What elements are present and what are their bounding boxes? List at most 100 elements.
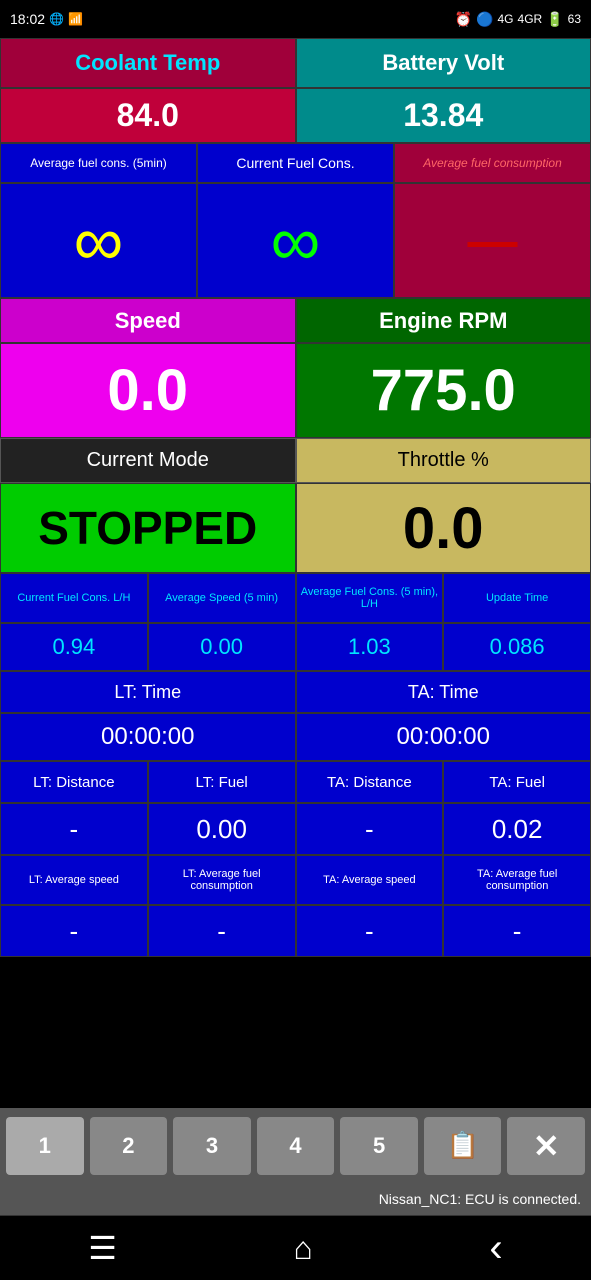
ecu-status-message: Nissan_NC1: ECU is connected. [379, 1191, 581, 1207]
speed-rpm-values: 0.0 775.0 [0, 343, 591, 438]
ta-time-header: TA: Time [296, 671, 591, 713]
tab-3-label: 3 [206, 1133, 218, 1159]
battery-volt-number: 13.84 [403, 97, 483, 134]
tab-bar: 1 2 3 4 5 📋 ✕ [0, 1108, 591, 1183]
update-time-value: 0.086 [443, 623, 591, 671]
avg-fuel-cons-5min-value: 1.03 [296, 623, 444, 671]
tab-1-label: 1 [39, 1133, 51, 1159]
current-mode-header: Current Mode [0, 438, 296, 483]
stat1-number: 0.94 [52, 634, 95, 660]
tab-4-button[interactable]: 4 [257, 1117, 335, 1175]
stats-headers-row: Current Fuel Cons. L/H Average Speed (5 … [0, 573, 591, 623]
lt-time-label: LT: Time [114, 682, 181, 703]
lt-fuel-header: LT: Fuel [148, 761, 296, 803]
ta-time-number: 00:00:00 [397, 723, 490, 751]
lt-dist-number: - [70, 814, 79, 845]
mode-label: Current Mode [87, 449, 209, 472]
ta-avg-fuel-header: TA: Average fuel consumption [443, 855, 591, 905]
infinity-green-symbol: ∞ [271, 201, 321, 281]
tab-2-button[interactable]: 2 [90, 1117, 168, 1175]
tab-2-label: 2 [122, 1133, 134, 1159]
menu-button[interactable]: ☰ [88, 1229, 117, 1267]
rpm-header: Engine RPM [296, 298, 591, 343]
speed-header: Speed [0, 298, 296, 343]
ta-fuel-value: 0.02 [443, 803, 591, 855]
hamburger-icon: ☰ [88, 1230, 117, 1266]
ta-avg-speed-value: - [296, 905, 444, 957]
rpm-number: 775.0 [371, 357, 516, 424]
sensor-headers-row: Coolant Temp Battery Volt [0, 38, 591, 88]
avg-speed-5min-value: 0.00 [148, 623, 296, 671]
speed-number: 0.0 [107, 357, 188, 424]
lt-avg-fuel-header: LT: Average fuel consumption [148, 855, 296, 905]
battery-percent: 63 [568, 12, 581, 26]
tab-1-button[interactable]: 1 [6, 1117, 84, 1175]
lt-avg-fuel-label: LT: Average fuel consumption [151, 868, 293, 892]
ta-avg-speed-label: TA: Average speed [323, 874, 416, 886]
battery-volt-header: Battery Volt [296, 38, 591, 88]
tab-3-button[interactable]: 3 [173, 1117, 251, 1175]
status-bar: 18:02 🌐 📶 ⏰ 🔵 4G 4GR 🔋 63 [0, 0, 591, 38]
bluetooth-icon: 🔵 [476, 11, 493, 28]
throttle-header: Throttle % [296, 438, 591, 483]
tab-5-button[interactable]: 5 [340, 1117, 418, 1175]
tab-4-label: 4 [289, 1133, 301, 1159]
mode-throttle-values: STOPPED 0.0 [0, 483, 591, 573]
lt-distance-header: LT: Distance [0, 761, 148, 803]
speed-value: 0.0 [0, 343, 296, 438]
signal-icon: 📶 [68, 12, 83, 26]
coolant-temp-label: Coolant Temp [75, 50, 220, 76]
current-fuel-cons-header: Current Fuel Cons. L/H [0, 573, 148, 623]
stats-values-row: 0.94 0.00 1.03 0.086 [0, 623, 591, 671]
rpm-label: Engine RPM [379, 308, 507, 334]
stat1-label: Current Fuel Cons. L/H [17, 592, 130, 604]
back-icon: ‹ [489, 1226, 502, 1270]
status-right-icons: ⏰ 🔵 4G 4GR 🔋 63 [455, 11, 581, 28]
lt-avg-speed-label: LT: Average speed [29, 874, 119, 886]
mode-throttle-headers: Current Mode Throttle % [0, 438, 591, 483]
list-icon: 📋 [446, 1130, 478, 1161]
lt-distance-value: - [0, 803, 148, 855]
avg-fuel-cons-5min-header: Average Fuel Cons. (5 min), L/H [296, 573, 444, 623]
coolant-temp-value: 84.0 [0, 88, 296, 143]
rpm-value: 775.0 [296, 343, 591, 438]
avg-fuel-header: Average fuel cons. (5min) [0, 143, 197, 183]
avg-fuel-infinity: ∞ [0, 183, 197, 298]
infinity-yellow-symbol: ∞ [74, 201, 124, 281]
network-icon: 4G [498, 12, 514, 26]
avg-fuel-label: Average fuel cons. (5min) [30, 156, 167, 170]
throttle-label: Throttle % [398, 449, 489, 472]
list-view-button[interactable]: 📋 [424, 1117, 502, 1175]
ta-avg-fuel-label: TA: Average fuel consumption [446, 868, 588, 892]
lt-avg-fuel-number: - [217, 916, 226, 947]
ta-avg-fuel-value: - [443, 905, 591, 957]
current-fuel-cons-value: 0.94 [0, 623, 148, 671]
stat3-label: Average Fuel Cons. (5 min), L/H [299, 586, 441, 610]
stat2-number: 0.00 [200, 634, 243, 660]
lt-ta-time-headers: LT: Time TA: Time [0, 671, 591, 713]
lt-fuel-value: 0.00 [148, 803, 296, 855]
avg-fuel-consumption-header: Average fuel consumption [394, 143, 591, 183]
clock-icon: ⏰ [455, 11, 472, 28]
stat2-label: Average Speed (5 min) [165, 592, 278, 604]
infinity-row: ∞ ∞ — [0, 183, 591, 298]
throttle-number: 0.0 [403, 495, 484, 562]
back-button[interactable]: ‹ [489, 1226, 502, 1271]
avg-speed-fuel-values: - - - - [0, 905, 591, 957]
dash-symbol: — [468, 212, 518, 270]
network2-icon: 4GR [518, 12, 543, 26]
close-button[interactable]: ✕ [507, 1117, 585, 1175]
status-time: 18:02 🌐 📶 [10, 11, 83, 27]
ta-avg-fuel-number: - [513, 916, 522, 947]
ta-fuel-label: TA: Fuel [489, 774, 545, 791]
navigation-bar: ☰ ⌂ ‹ [0, 1215, 591, 1280]
lt-fuel-label: LT: Fuel [196, 774, 248, 791]
home-button[interactable]: ⌂ [294, 1230, 313, 1267]
ta-dist-number: - [365, 814, 374, 845]
lt-dist-label: LT: Distance [33, 774, 114, 791]
coolant-temp-header: Coolant Temp [0, 38, 296, 88]
home-icon: ⌂ [294, 1230, 313, 1266]
ta-time-label: TA: Time [408, 682, 479, 703]
ta-fuel-header: TA: Fuel [443, 761, 591, 803]
avg-fuel-consumption-label: Average fuel consumption [423, 156, 562, 170]
